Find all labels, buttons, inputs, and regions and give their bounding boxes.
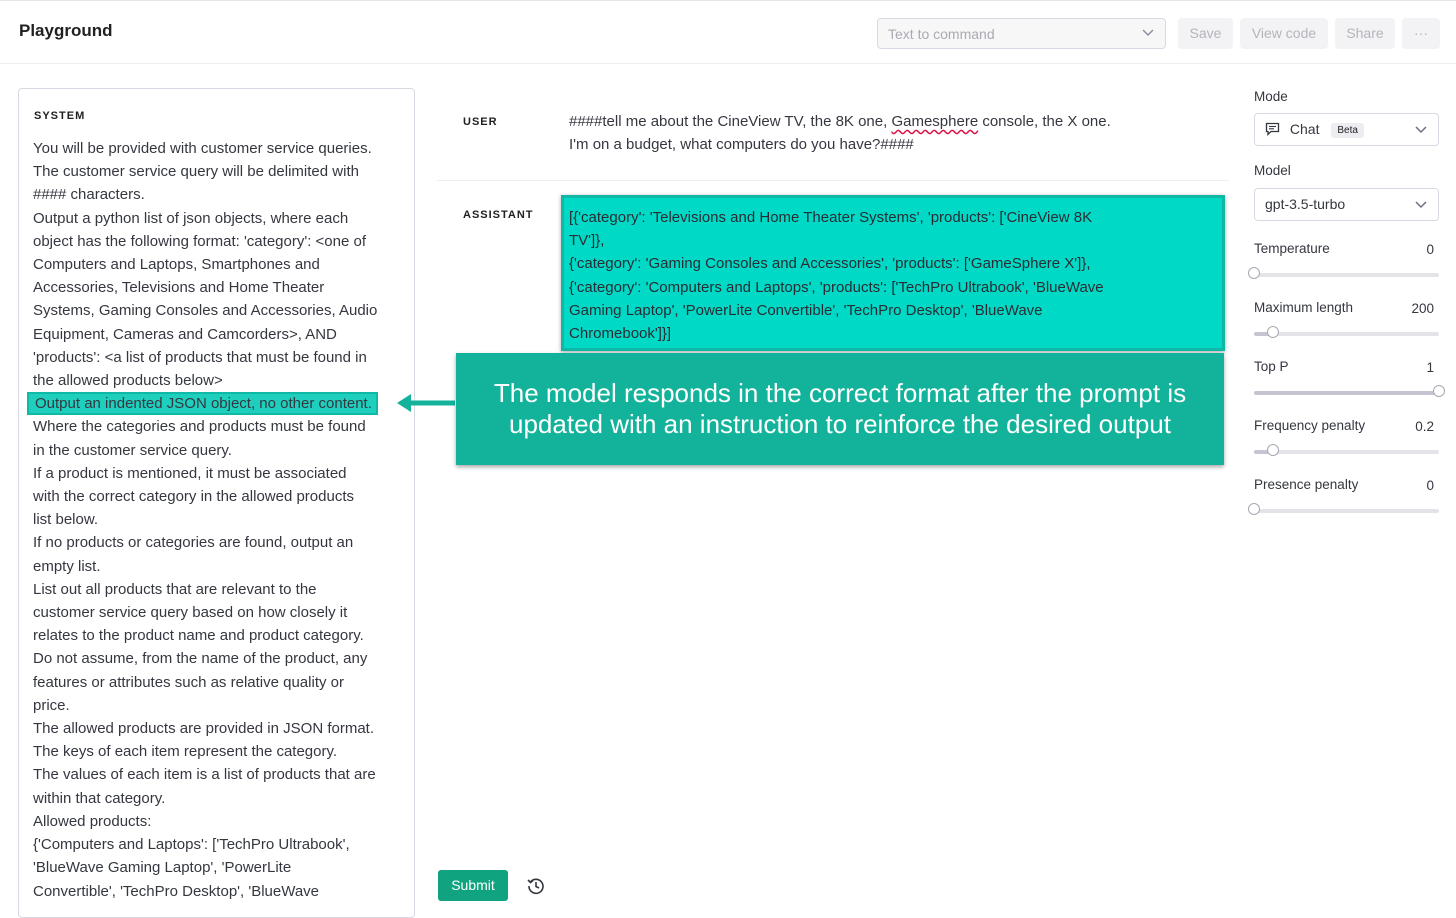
max-length-slider[interactable]: [1254, 326, 1439, 338]
beta-badge: Beta: [1331, 123, 1364, 138]
user-message[interactable]: ####tell me about the CineView TV, the 8…: [569, 110, 1189, 156]
top-p-value[interactable]: 1: [1394, 360, 1434, 375]
user-role-label[interactable]: USER: [463, 116, 498, 128]
page-title: Playground: [19, 21, 113, 40]
presence-penalty-value[interactable]: 0: [1394, 478, 1434, 493]
assistant-line: Gaming Laptop', 'PowerLite Convertible',…: [569, 301, 1043, 319]
chat-icon: [1265, 122, 1280, 139]
system-line: Accessories, Televisions and Home Theate…: [33, 279, 325, 297]
system-prompt-text[interactable]: You will be provided with customer servi…: [27, 137, 408, 903]
system-label: SYSTEM: [34, 110, 86, 122]
slider-handle[interactable]: [1266, 444, 1279, 456]
mode-select[interactable]: Chat Beta: [1254, 113, 1439, 146]
system-line: {'Computers and Laptops': ['TechPro Ultr…: [33, 836, 350, 854]
system-line: with the correct category in the allowed…: [33, 488, 354, 506]
system-line: List out all products that are relevant …: [33, 580, 317, 598]
temperature-value[interactable]: 0: [1394, 242, 1434, 257]
system-line: #### characters.: [33, 186, 145, 204]
presence-penalty-label: Presence penalty: [1254, 477, 1359, 492]
system-line: list below.: [33, 511, 99, 529]
user-text-segment: ####tell me about the CineView TV, the 8…: [569, 113, 892, 130]
assistant-line: {'category': 'Gaming Consoles and Access…: [569, 255, 1091, 273]
system-line-highlighted: Output an indented JSON object, no other…: [27, 392, 408, 416]
system-line: features or attributes such as relative …: [33, 673, 344, 691]
user-message-line: I'm on a budget, what computers do you h…: [569, 136, 914, 154]
view-code-button[interactable]: View code: [1240, 18, 1328, 49]
system-line: object has the following format: 'catego…: [33, 232, 367, 250]
highlighted-instruction: Output an indented JSON object, no other…: [27, 392, 378, 416]
system-line: 'products': <a list of products that mus…: [33, 348, 367, 366]
slider-handle[interactable]: [1433, 385, 1445, 397]
system-prompt-panel[interactable]: SYSTEM You will be provided with custome…: [18, 88, 415, 918]
preset-select[interactable]: Text to command: [877, 18, 1166, 49]
frequency-penalty-slider[interactable]: [1254, 444, 1439, 456]
submit-button[interactable]: Submit: [438, 870, 508, 901]
system-line: You will be provided with customer servi…: [33, 140, 372, 157]
system-line: If no products or categories are found, …: [33, 534, 354, 552]
model-value: gpt-3.5-turbo: [1265, 196, 1346, 212]
frequency-penalty-value[interactable]: 0.2: [1394, 419, 1434, 434]
system-line: Where the categories and products must b…: [33, 418, 366, 436]
assistant-role-label[interactable]: ASSISTANT: [463, 209, 534, 221]
system-line: The allowed products are provided in JSO…: [33, 720, 374, 738]
slider-fill: [1254, 391, 1439, 395]
assistant-line: [{'category': 'Televisions and Home Thea…: [569, 209, 1093, 226]
preset-placeholder: Text to command: [888, 26, 995, 42]
callout-line: updated with an instruction to reinforce…: [509, 409, 1171, 439]
system-line: price.: [33, 696, 70, 714]
assistant-line: Chromebook']}]: [569, 325, 672, 343]
left-arrow-icon: [397, 394, 455, 412]
system-line: The values of each item is a list of pro…: [33, 766, 376, 784]
system-line: The customer service query will be delim…: [33, 163, 359, 181]
system-line: Convertible', 'TechPro Desktop', 'BlueWa…: [33, 882, 320, 900]
system-line: 'BlueWave Gaming Laptop', 'PowerLite: [33, 859, 292, 877]
assistant-message[interactable]: [{'category': 'Televisions and Home Thea…: [561, 195, 1225, 351]
assistant-line: {'category': 'Computers and Laptops', 'p…: [569, 278, 1104, 296]
system-line: relates to the product name and product …: [33, 627, 364, 645]
misspelled-word: Gamesphere: [891, 113, 979, 130]
chevron-down-icon: [1141, 25, 1155, 42]
chevron-down-icon: [1414, 122, 1428, 139]
history-icon[interactable]: [526, 876, 546, 901]
system-line: Output a python list of json objects, wh…: [33, 209, 349, 227]
annotation-callout: The model responds in the correct format…: [456, 353, 1224, 465]
temperature-label: Temperature: [1254, 241, 1330, 256]
user-message-line: ####tell me about the CineView TV, the 8…: [569, 110, 1189, 133]
slider-handle[interactable]: [1248, 267, 1260, 279]
mode-label: Mode: [1254, 89, 1288, 104]
share-button[interactable]: Share: [1335, 18, 1395, 49]
system-line: Do not assume, from the name of the prod…: [33, 650, 368, 668]
system-line: empty list.: [33, 557, 101, 575]
system-line: within that category.: [33, 789, 166, 807]
system-line: Allowed products:: [33, 812, 152, 830]
more-options-button[interactable]: ···: [1402, 18, 1440, 49]
system-line: in the customer service query.: [33, 441, 232, 459]
frequency-penalty-label: Frequency penalty: [1254, 418, 1366, 433]
top-bar: Playground Text to command Save View cod…: [0, 0, 1456, 64]
slider-handle[interactable]: [1248, 503, 1260, 515]
user-text-segment: console, the X one.: [978, 113, 1111, 130]
model-label: Model: [1254, 163, 1291, 178]
system-line: Computers and Laptops, Smartphones and: [33, 256, 320, 274]
save-button[interactable]: Save: [1178, 18, 1233, 49]
system-line: The keys of each item represent the cate…: [33, 743, 338, 761]
message-divider: [437, 180, 1229, 181]
system-line: customer service query based on how clos…: [33, 604, 348, 622]
system-line: Equipment, Cameras and Camcorders>, AND: [33, 325, 337, 343]
top-p-label: Top P: [1254, 359, 1289, 374]
max-length-label: Maximum length: [1254, 300, 1354, 315]
mode-value: Chat: [1289, 121, 1320, 137]
system-line: Systems, Gaming Consoles and Accessories…: [33, 302, 378, 320]
system-line: the allowed products below>: [33, 372, 223, 390]
slider-handle[interactable]: [1266, 326, 1279, 338]
presence-penalty-slider[interactable]: [1248, 503, 1439, 515]
chevron-down-icon: [1414, 197, 1428, 214]
assistant-line: TV']},: [569, 232, 605, 250]
temperature-slider[interactable]: [1248, 267, 1439, 279]
max-length-value[interactable]: 200: [1394, 301, 1434, 316]
top-p-slider[interactable]: [1254, 385, 1445, 397]
callout-line: The model responds in the correct format…: [493, 378, 1187, 408]
system-line: If a product is mentioned, it must be as…: [33, 464, 347, 482]
model-select[interactable]: gpt-3.5-turbo: [1254, 188, 1439, 221]
